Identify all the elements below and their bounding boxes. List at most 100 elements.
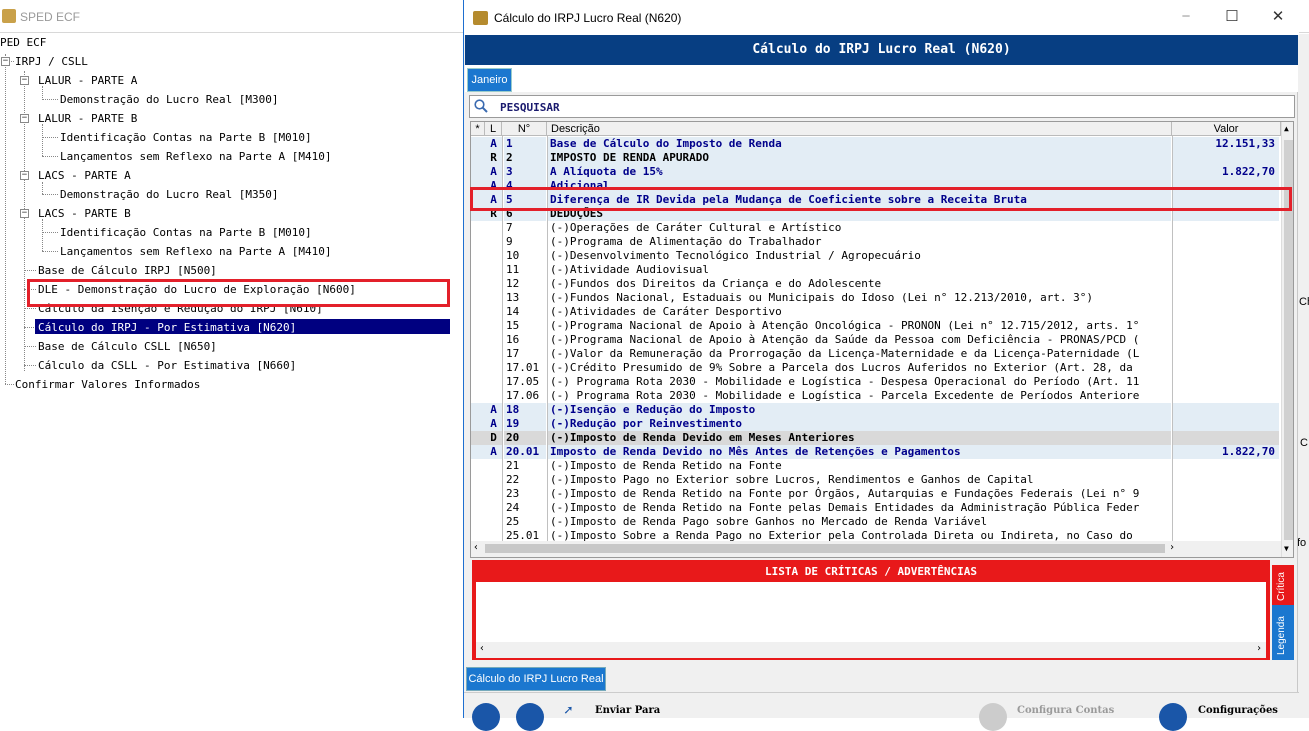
tree-item-m300[interactable]: Demonstração do Lucro Real [M300] (60, 93, 279, 108)
side-tab-critica[interactable]: Crítica (1272, 565, 1294, 605)
cell-valor[interactable] (1173, 403, 1279, 417)
configuracoes-button[interactable]: Configurações (1198, 705, 1278, 716)
table-row[interactable]: 17.01 (-)Crédito Presumido de 9% Sobre a … (471, 361, 1281, 375)
table-row[interactable]: 21 (-)Imposto de Renda Retido na Fonte (471, 459, 1281, 473)
table-row[interactable]: 25 (-)Imposto de Renda Pago sobre Ganhos … (471, 515, 1281, 529)
cell-valor[interactable] (1173, 305, 1279, 319)
minimize-icon[interactable]: − (1166, 6, 1206, 30)
tree-item-lalur-parte-b[interactable]: LALUR - PARTE B (38, 112, 137, 127)
table-row[interactable]: A 20.01 Imposto de Renda Devido no Mês Ant… (471, 445, 1281, 459)
close-icon[interactable]: ✕ (1258, 6, 1298, 30)
tree-item-sped-ecf[interactable]: PED ECF (0, 36, 46, 51)
bottom-tab[interactable]: Cálculo do IRPJ Lucro Real (466, 667, 606, 691)
table-row[interactable]: 14 (-)Atividades de Caráter Desportivo (471, 305, 1281, 319)
cell-valor[interactable] (1173, 361, 1279, 375)
scroll-left-icon[interactable]: ‹ (473, 542, 479, 553)
tab-janeiro[interactable]: Janeiro (467, 68, 512, 92)
table-row[interactable]: 16 (-)Programa Nacional de Apoio à Atençã… (471, 333, 1281, 347)
critics-scrollbar[interactable]: ‹ › (476, 642, 1266, 658)
scroll-down-icon[interactable]: ▼ (1284, 544, 1289, 553)
tree-item-m410[interactable]: Lançamentos sem Reflexo na Parte A [M410… (60, 150, 332, 165)
cell-valor[interactable] (1173, 347, 1279, 361)
table-row[interactable]: 11 (-)Atividade Audiovisual (471, 263, 1281, 277)
collapse-toggle[interactable]: − (1, 57, 10, 66)
cell-valor[interactable]: 12.151,33 (1173, 137, 1279, 151)
tree-item-n620[interactable]: Cálculo do IRPJ - Por Estimativa [N620] (38, 321, 296, 336)
tree-item-m010-lacs[interactable]: Identificação Contas na Parte B [M010] (60, 226, 312, 241)
cell-valor[interactable]: 1.822,70 (1173, 445, 1279, 459)
config-contas-button[interactable]: Configura Contas (1017, 705, 1114, 716)
cell-valor[interactable] (1173, 389, 1279, 403)
table-row[interactable]: D 20 (-)Imposto de Renda Devido em Meses A… (471, 431, 1281, 445)
table-row[interactable]: 7 (-)Operações de Caráter Cultural e Artí… (471, 221, 1281, 235)
scroll-up-icon[interactable]: ▲ (1284, 124, 1289, 133)
cell-valor[interactable] (1173, 375, 1279, 389)
cell-valor[interactable] (1173, 473, 1279, 487)
column-header-descricao[interactable]: Descrição (547, 122, 1172, 136)
tree-item-lacs-parte-b[interactable]: LACS - PARTE B (38, 207, 131, 222)
column-header-star[interactable]: * (471, 122, 485, 136)
tree-item-m350[interactable]: Demonstração do Lucro Real [M350] (60, 188, 279, 203)
cell-valor[interactable] (1173, 431, 1279, 445)
tree-item-m010[interactable]: Identificação Contas na Parte B [M010] (60, 131, 312, 146)
cell-valor[interactable] (1173, 333, 1279, 347)
search-bar[interactable]: PESQUISAR (469, 95, 1295, 118)
table-row[interactable]: A 18 (-)Isenção e Redução do Imposto (471, 403, 1281, 417)
print-icon[interactable] (516, 703, 544, 731)
maximize-icon[interactable]: ☐ (1212, 6, 1252, 30)
cell-valor[interactable] (1173, 277, 1279, 291)
table-row[interactable]: A 19 (-)Redução por Reinvestimento (471, 417, 1281, 431)
cell-valor[interactable] (1173, 235, 1279, 249)
table-row[interactable]: 24 (-)Imposto de Renda Retido na Fonte pe… (471, 501, 1281, 515)
table-row[interactable]: R 2 IMPOSTO DE RENDA APURADO (471, 151, 1281, 165)
table-row[interactable]: 22 (-)Imposto Pago no Exterior sobre Lucr… (471, 473, 1281, 487)
table-row[interactable]: 23 (-)Imposto de Renda Retido na Fonte po… (471, 487, 1281, 501)
enviar-button[interactable]: Enviar Para (595, 705, 660, 716)
collapse-toggle[interactable]: − (20, 114, 29, 123)
column-header-l[interactable]: L (485, 122, 502, 136)
column-header-n[interactable]: N° (502, 122, 547, 136)
tree-item-confirmar[interactable]: Confirmar Valores Informados (15, 378, 200, 393)
cell-valor[interactable] (1173, 249, 1279, 263)
cell-valor[interactable]: 1.822,70 (1173, 165, 1279, 179)
table-row[interactable]: 13 (-)Fundos Nacional, Estaduais ou Munic… (471, 291, 1281, 305)
cell-valor[interactable] (1173, 487, 1279, 501)
help-icon[interactable] (472, 703, 500, 731)
table-row[interactable]: 15 (-)Programa Nacional de Apoio à Atençã… (471, 319, 1281, 333)
table-row[interactable]: A3A Alíquota de 15% 1.822,70 (471, 165, 1281, 179)
tree-item-n650[interactable]: Base de Cálculo CSLL [N650] (38, 340, 217, 355)
cell-valor[interactable] (1173, 319, 1279, 333)
cell-valor[interactable] (1173, 515, 1279, 529)
side-tab-legenda[interactable]: Legenda (1272, 605, 1294, 660)
tree-item-n660[interactable]: Cálculo da CSLL - Por Estimativa [N660] (38, 359, 296, 374)
cell-valor[interactable] (1173, 417, 1279, 431)
config-icon[interactable] (1159, 703, 1187, 731)
table-row[interactable]: 17.05 (-) Programa Rota 2030 - Mobilidade… (471, 375, 1281, 389)
table-row[interactable]: A 1 Base de Cálculo do Imposto de Renda 12.… (471, 137, 1281, 151)
tree-item-lalur-parte-a[interactable]: LALUR - PARTE A (38, 74, 137, 89)
collapse-toggle[interactable]: − (20, 171, 29, 180)
scroll-left-icon[interactable]: ‹ (479, 643, 485, 654)
table-row[interactable]: 9 (-)Programa de Alimentação do Trabalhad… (471, 235, 1281, 249)
collapse-toggle[interactable]: − (20, 76, 29, 85)
horizontal-scrollbar[interactable]: ‹ › (471, 541, 1281, 557)
table-row[interactable]: 17 (-)Valor da Remuneração da Prorrogação… (471, 347, 1281, 361)
tree-item-n500[interactable]: Base de Cálculo IRPJ [N500] (38, 264, 217, 279)
collapse-toggle[interactable]: − (20, 209, 29, 218)
table-row[interactable]: 10 (-)Desenvolvimento Tecnológico Industr… (471, 249, 1281, 263)
cell-valor[interactable] (1173, 151, 1279, 165)
tree-item-m410-lacs[interactable]: Lançamentos sem Reflexo na Parte A [M410… (60, 245, 332, 260)
tree-item-lacs-parte-a[interactable]: LACS - PARTE A (38, 169, 131, 184)
cell-valor[interactable] (1173, 291, 1279, 305)
tree-item-irpj-csll[interactable]: IRPJ / CSLL (15, 55, 88, 70)
scroll-right-icon[interactable]: › (1169, 542, 1175, 553)
scroll-right-icon[interactable]: › (1256, 643, 1262, 654)
cell-valor[interactable] (1173, 501, 1279, 515)
send-arrow-icon[interactable]: ➚ (564, 703, 572, 719)
cell-valor[interactable] (1173, 459, 1279, 473)
scroll-thumb[interactable] (485, 544, 1165, 553)
table-row[interactable]: 12 (-)Fundos dos Direitos da Criança e do… (471, 277, 1281, 291)
cell-valor[interactable] (1173, 221, 1279, 235)
column-header-valor[interactable]: Valor (1172, 122, 1281, 136)
cell-valor[interactable] (1173, 263, 1279, 277)
